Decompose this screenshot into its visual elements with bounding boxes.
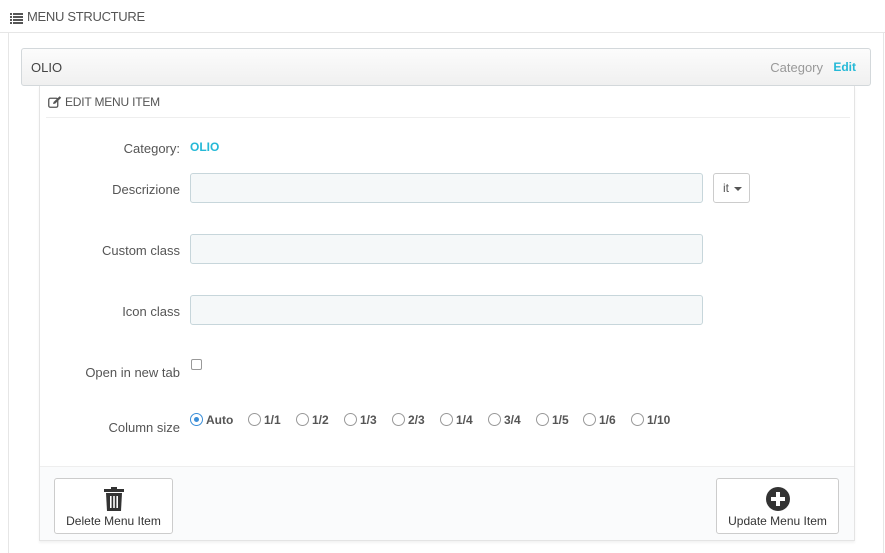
radio-icon [631,413,644,426]
radio-label: 3/4 [504,413,521,427]
radio-icon [440,413,453,426]
radio-icon [392,413,405,426]
custom-class-input[interactable] [190,234,703,264]
icon-class-label: Icon class [122,304,180,319]
menu-item-name: OLIO [31,60,63,75]
radio-icon [190,413,203,426]
edit-panel-heading: EDIT MENU ITEM [46,88,850,118]
open-new-tab-checkbox[interactable] [191,359,202,370]
radio-label: 2/3 [408,413,425,427]
radio-icon [296,413,309,426]
radio-label: 1/10 [647,413,671,427]
language-code: it [723,181,729,195]
radio-label: 1/5 [552,413,569,427]
menu-item-type: Category [770,60,823,75]
edit-panel-title: EDIT MENU ITEM [65,95,160,109]
delete-button-label: Delete Menu Item [66,514,161,528]
radio-icon [488,413,501,426]
radio-icon [248,413,261,426]
update-menu-item-button[interactable]: Update Menu Item [716,478,839,534]
category-value[interactable]: OLIO [190,140,219,154]
trash-icon [103,487,124,516]
column-size-label: Column size [108,420,180,435]
radio-label: Auto [206,413,234,427]
delete-menu-item-button[interactable]: Delete Menu Item [54,478,173,534]
pencil-square-icon [48,95,62,113]
radio-label: 1/6 [599,413,616,427]
category-label: Category: [123,141,180,156]
plus-circle-icon [765,487,790,516]
panel-heading: MENU STRUCTURE [0,0,885,33]
open-new-tab-label: Open in new tab [85,365,180,380]
caret-down-icon [734,187,742,191]
radio-label: 1/3 [360,413,377,427]
menu-item-bar: OLIO Category Edit [21,48,871,86]
descrizione-label: Descrizione [112,182,180,197]
custom-class-label: Custom class [101,243,180,258]
language-dropdown[interactable]: it [713,173,750,203]
radio-label: 1/2 [312,413,329,427]
list-icon [10,11,23,29]
update-button-label: Update Menu Item [728,514,827,528]
icon-class-input[interactable] [190,295,703,325]
radio-icon [344,413,357,426]
radio-icon [583,413,596,426]
edit-link[interactable]: Edit [833,60,856,74]
descrizione-input[interactable] [190,173,703,203]
radio-label: 1/1 [264,413,281,427]
radio-label: 1/4 [456,413,473,427]
panel-title: MENU STRUCTURE [27,9,145,24]
radio-icon [536,413,549,426]
